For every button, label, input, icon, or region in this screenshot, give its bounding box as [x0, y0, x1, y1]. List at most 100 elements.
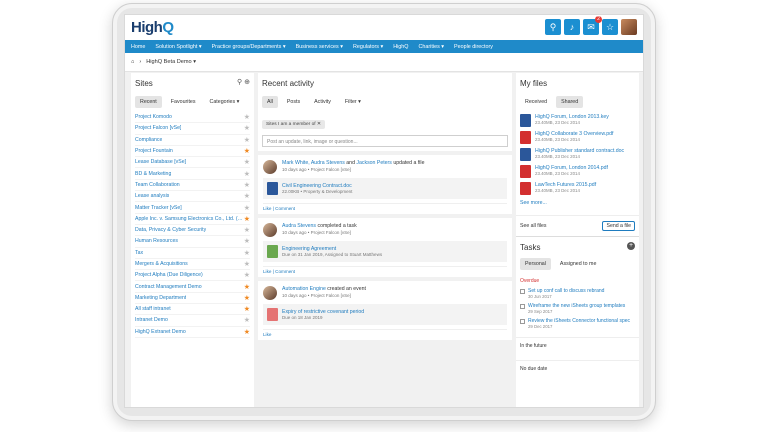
site-row[interactable]: All staff intranet ★ [135, 304, 250, 316]
site-link[interactable]: Compliance [135, 137, 162, 143]
site-link[interactable]: Apple Inc. v. Samsung Electronics Co., L… [135, 216, 243, 222]
site-link[interactable]: Marketing Department [135, 295, 186, 301]
add-task-icon[interactable]: + [627, 242, 635, 250]
site-row[interactable]: Apple Inc. v. Samsung Electronics Co., L… [135, 214, 250, 225]
file-row[interactable]: HighQ Publisher standard contract.doc 23.… [516, 146, 639, 163]
nav-highq[interactable]: HighQ [393, 44, 408, 50]
search-icon[interactable]: ⚲ [545, 19, 561, 35]
tab-personal[interactable]: Personal [520, 258, 551, 270]
favourite-star-icon[interactable]: ★ [244, 260, 250, 268]
site-link[interactable]: Intranet Demo [135, 317, 168, 323]
site-row[interactable]: Contract Management Demo ★ [135, 281, 250, 293]
like-comment-links[interactable]: Like | Comment [263, 266, 507, 274]
favourite-star-icon[interactable]: ★ [244, 271, 250, 279]
actor-link[interactable]: Audra Stevens [282, 223, 316, 229]
site-link[interactable]: Lease analysis [135, 193, 169, 199]
favourite-star-icon[interactable]: ★ [244, 305, 250, 313]
favourite-star-icon[interactable]: ★ [244, 124, 250, 132]
site-row[interactable]: Project Falcon [vSe] ★ [135, 123, 250, 135]
home-icon[interactable]: ⌂ [131, 59, 134, 65]
site-link[interactable]: Project Fountain [135, 148, 173, 154]
favourite-star-icon[interactable]: ★ [244, 170, 250, 178]
filter-dropdown[interactable]: Filter ▾ [340, 96, 366, 108]
favourite-star-icon[interactable]: ★ [244, 237, 250, 245]
site-row[interactable]: Matter Tracker [vSe] ★ [135, 202, 250, 214]
file-row[interactable]: HighQ Forum, London 2014.pdf 23.40MB, 23 … [516, 163, 639, 180]
site-row[interactable]: Team Collaboration ★ [135, 180, 250, 192]
site-link[interactable]: HighQ Extranet Demo [135, 329, 186, 335]
site-link[interactable]: Matter Tracker [vSe] [135, 205, 182, 211]
site-link[interactable]: All staff intranet [135, 306, 171, 312]
bell-icon[interactable]: ♪ [564, 19, 580, 35]
nav-regulators[interactable]: Regulators ▾ [353, 44, 383, 50]
task-checkbox[interactable] [520, 319, 525, 324]
favourite-star-icon[interactable]: ★ [244, 158, 250, 166]
site-row[interactable]: Project Alpha (Due Diligence) ★ [135, 270, 250, 282]
site-row[interactable]: Intranet Demo ★ [135, 315, 250, 327]
task-checkbox[interactable] [520, 289, 525, 294]
site-link[interactable]: Project Alpha (Due Diligence) [135, 272, 203, 278]
site-row[interactable]: BD & Marketing ★ [135, 168, 250, 180]
activity-attachment[interactable]: Expiry of restrictive covenant period Due… [263, 304, 507, 325]
site-row[interactable]: HighQ Extranet Demo ★ [135, 327, 250, 338]
tab-all[interactable]: All [262, 96, 278, 108]
favourite-star-icon[interactable]: ★ [244, 192, 250, 200]
site-row[interactable]: Lease Database [vSe] ★ [135, 157, 250, 169]
favourite-star-icon[interactable]: ★ [244, 204, 250, 212]
like-comment-links[interactable]: Like [263, 329, 507, 337]
file-row[interactable]: HighQ Forum, London 2013.key 23.40MB, 23 … [516, 112, 639, 129]
tab-posts[interactable]: Posts [282, 96, 305, 108]
favourite-star-icon[interactable]: ★ [244, 113, 250, 121]
favourite-star-icon[interactable]: ★ [244, 283, 250, 291]
activity-attachment[interactable]: Civil Engineering Contract.doc 22.00KB • … [263, 178, 507, 199]
tab-categories[interactable]: Categories ▾ [205, 96, 245, 108]
mail-icon[interactable]: ✉ 2 [583, 16, 602, 35]
site-link[interactable]: Tax [135, 250, 143, 256]
site-row[interactable]: Project Fountain ★ [135, 146, 250, 158]
tab-favourites[interactable]: Favourites [166, 96, 201, 108]
nav-people-directory[interactable]: People directory [454, 44, 493, 50]
user-avatar[interactable] [621, 19, 637, 35]
favourite-star-icon[interactable]: ★ [244, 215, 250, 223]
actor-link[interactable]: Mark White, Audra Stevens [282, 160, 345, 166]
favourite-star-icon[interactable]: ★ [244, 181, 250, 189]
site-link[interactable]: Human Resources [135, 238, 178, 244]
actor-link[interactable]: Automation Engine [282, 286, 326, 292]
activity-attachment[interactable]: Engineering Agreement Due on 31 Jan 2019,… [263, 241, 507, 262]
send-file-button[interactable]: Send a file [602, 221, 635, 231]
site-link[interactable]: Data, Privacy & Cyber Security [135, 227, 206, 233]
site-row[interactable]: Marketing Department ★ [135, 293, 250, 305]
site-link[interactable]: Contract Management Demo [135, 284, 202, 290]
site-row[interactable]: Mergers & Acquisitions ★ [135, 259, 250, 271]
nav-solution-spotlight[interactable]: Solution Spotlight ▾ [155, 44, 201, 50]
favourite-star-icon[interactable]: ★ [244, 328, 250, 336]
highq-logo[interactable]: HighQ [131, 19, 174, 36]
actor-avatar[interactable] [263, 160, 277, 174]
actor-avatar[interactable] [263, 223, 277, 237]
site-row[interactable]: Data, Privacy & Cyber Security ★ [135, 225, 250, 237]
favourite-star-icon[interactable]: ★ [244, 147, 250, 155]
tab-assigned[interactable]: Assigned to me [555, 258, 602, 270]
site-row[interactable]: Lease analysis ★ [135, 191, 250, 203]
favourite-star-icon[interactable]: ★ [244, 136, 250, 144]
site-row[interactable]: Project Komodo ★ [135, 112, 250, 124]
actor-avatar[interactable] [263, 286, 277, 300]
see-all-files-link[interactable]: See all files [520, 223, 547, 229]
site-row[interactable]: Compliance ★ [135, 135, 250, 146]
site-link[interactable]: BD & Marketing [135, 171, 171, 177]
favourite-star-icon[interactable]: ★ [244, 249, 250, 257]
star-icon[interactable]: ☆ [602, 19, 618, 35]
nav-charities[interactable]: Charities ▾ [419, 44, 444, 50]
site-row[interactable]: Human Resources ★ [135, 236, 250, 248]
tab-shared[interactable]: Shared [556, 96, 584, 108]
file-row[interactable]: LawTech Futures 2015.pdf 23.40MB, 23 Dec … [516, 180, 639, 197]
favourite-star-icon[interactable]: ★ [244, 226, 250, 234]
favourite-star-icon[interactable]: ★ [244, 316, 250, 324]
site-link[interactable]: Mergers & Acquisitions [135, 261, 188, 267]
search-icon[interactable]: ⚲ [237, 79, 242, 86]
site-link[interactable]: Team Collaboration [135, 182, 180, 188]
like-comment-links[interactable]: Like | Comment [263, 203, 507, 211]
nav-home[interactable]: Home [131, 44, 145, 50]
actor-link-2[interactable]: Jackson Peters [356, 160, 391, 166]
breadcrumb-site[interactable]: HighQ Beta Demo ▾ [146, 59, 196, 65]
